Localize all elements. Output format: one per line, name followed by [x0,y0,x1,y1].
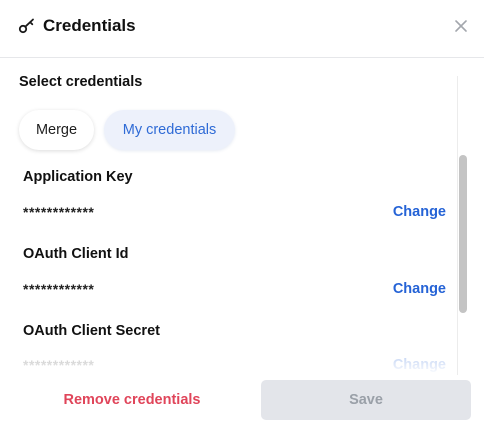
credential-value-application-key: ************ [23,204,95,220]
scrollbar-thumb[interactable] [459,155,467,313]
credential-value-oauth-client-secret: ************ [23,357,95,373]
dialog-title: Credentials [43,16,136,35]
credential-name-oauth-client-id: OAuth Client Id [23,246,129,262]
credentials-dialog: Credentials Select credentials Merge My … [0,0,484,440]
dialog-footer: Remove credentials Save [0,375,484,440]
dialog-content: Select credentials Merge My credentials … [0,59,470,374]
tab-merge[interactable]: Merge [19,110,94,150]
change-oauth-client-id-button[interactable]: Change [393,281,446,297]
save-button[interactable]: Save [261,380,471,420]
section-title: Select credentials [19,74,143,90]
remove-credentials-button[interactable]: Remove credentials [50,380,214,420]
tab-my-credentials[interactable]: My credentials [104,110,235,150]
credential-name-application-key: Application Key [23,169,133,185]
credential-value-oauth-client-id: ************ [23,281,95,297]
dialog-header: Credentials [0,0,484,58]
close-icon[interactable] [452,17,470,35]
key-icon [18,18,34,34]
change-oauth-client-secret-button[interactable]: Change [393,357,446,373]
change-application-key-button[interactable]: Change [393,204,446,220]
credential-name-oauth-client-secret: OAuth Client Secret [23,323,160,339]
